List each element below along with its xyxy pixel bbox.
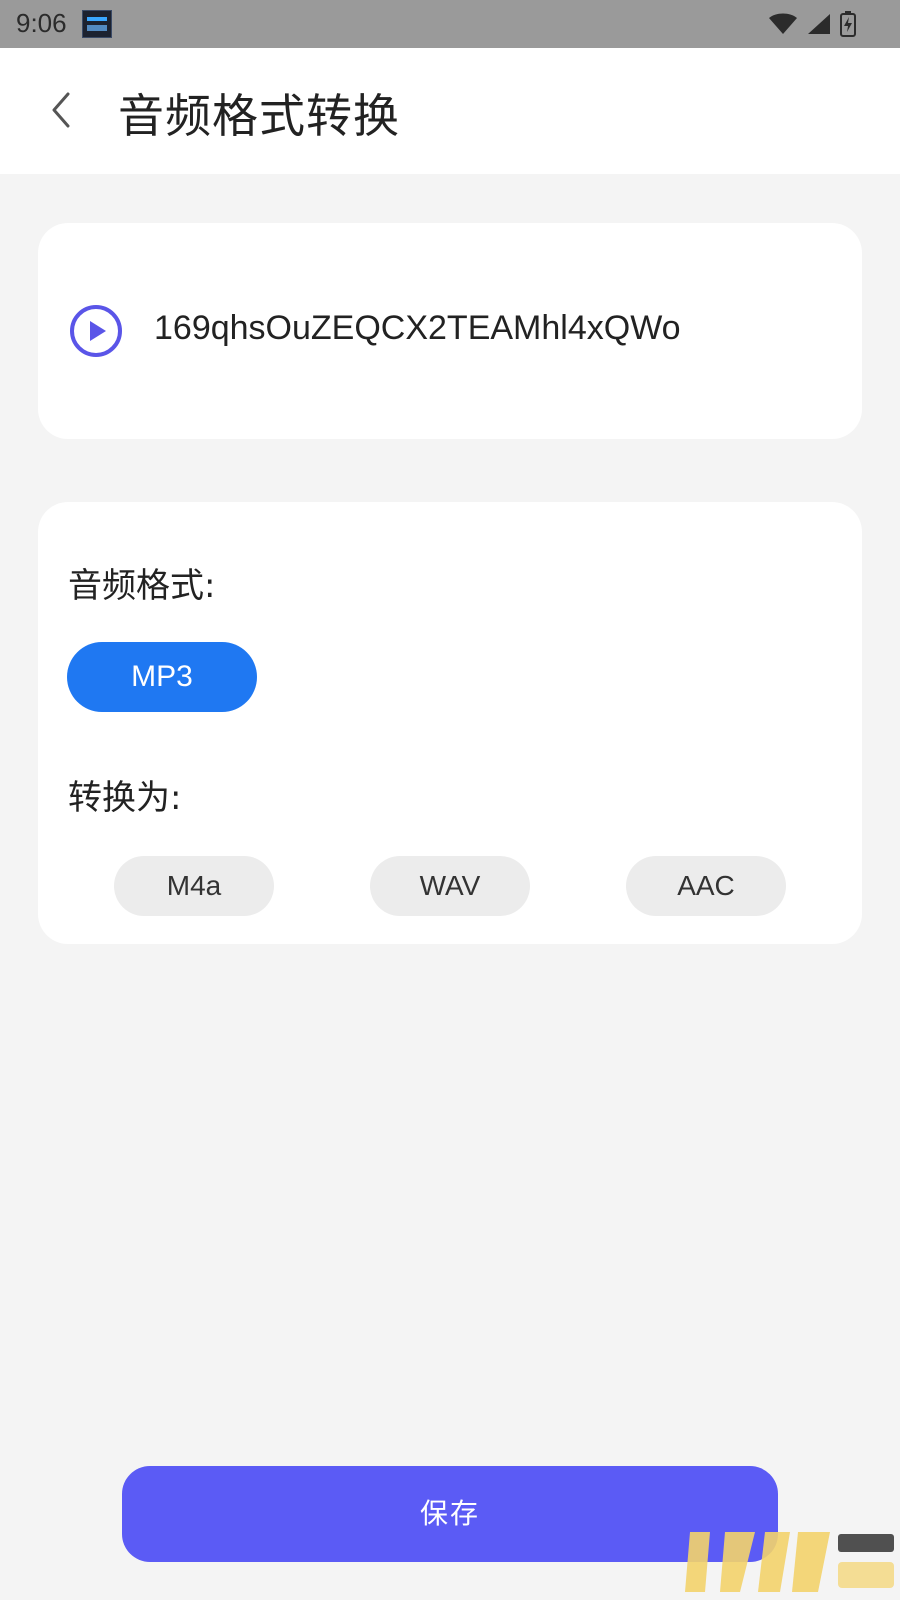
page-title: 音频格式转换: [118, 89, 400, 143]
file-name: 169qhsOuZEQCX2TEAMhl4xQWo: [154, 309, 681, 347]
wifi-icon: [769, 13, 797, 34]
format-card: 音频格式: MP3 转换为: M4a WAV AAC: [38, 502, 862, 944]
option-aac[interactable]: AAC: [626, 856, 786, 916]
file-card: 169qhsOuZEQCX2TEAMhl4xQWo: [38, 223, 862, 439]
status-icons: [768, 10, 856, 38]
play-circle-icon[interactable]: [68, 303, 124, 359]
chevron-left-icon[interactable]: [44, 88, 80, 132]
option-m4a[interactable]: M4a: [114, 856, 274, 916]
convert-to-label: 转换为:: [68, 778, 182, 818]
status-bar: 9:06: [0, 0, 900, 48]
save-button[interactable]: 保存: [122, 1466, 778, 1562]
app-notification-icon: [82, 10, 112, 38]
cell-signal-icon: [808, 14, 830, 34]
option-wav[interactable]: WAV: [370, 856, 530, 916]
battery-charging-icon: [840, 11, 856, 37]
status-time: 9:06: [16, 8, 67, 38]
app-bar: 音频格式转换: [0, 48, 900, 174]
audio-format-label: 音频格式:: [68, 566, 216, 606]
current-format-pill[interactable]: MP3: [67, 642, 257, 712]
